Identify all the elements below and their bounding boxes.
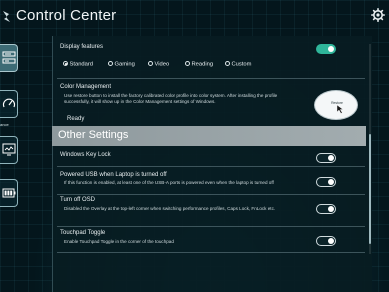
powered-usb-toggle[interactable] (316, 177, 336, 187)
divider (57, 226, 365, 227)
sidebar-item-performance[interactable] (0, 90, 18, 118)
display-features-label: Display features (60, 44, 104, 50)
radio-gaming[interactable]: Gaming (108, 61, 135, 67)
color-management-description: Use restore button to install the factor… (64, 93, 278, 105)
sidebar-item-dashboard[interactable] (0, 44, 18, 72)
sidebar-item-display[interactable] (0, 136, 18, 164)
sidebar: ance (0, 36, 20, 292)
speedometer-icon (2, 98, 16, 108)
settings-panel (52, 36, 372, 292)
cursor-icon (337, 105, 344, 114)
touchpad-toggle-description: Enable Touchpad Toggle in the corner of … (64, 239, 174, 244)
radio-label: Gaming (114, 61, 135, 68)
radio-video[interactable]: Video (148, 61, 169, 67)
gear-icon[interactable] (371, 8, 385, 22)
turn-off-osd-description: Disabled the Overlay at the top-left cor… (64, 206, 276, 211)
windows-key-lock-toggle[interactable] (316, 153, 336, 163)
radio-label: Video (154, 61, 170, 68)
section-header-other-settings: Other Settings (52, 126, 366, 146)
app-logo-icon (3, 11, 10, 22)
turn-off-osd-label: Turn off OSD (60, 197, 96, 203)
divider (57, 166, 365, 167)
radio-reading[interactable]: Reading (185, 61, 213, 67)
radio-label: Reading (191, 61, 214, 68)
radio-label: Custom (231, 61, 252, 68)
battery-icon (2, 188, 16, 198)
restore-button[interactable]: Restore (314, 90, 358, 120)
turn-off-osd-toggle[interactable] (316, 204, 336, 214)
section-title: Other Settings (58, 129, 129, 141)
powered-usb-description: If this function is enabled, at least on… (64, 180, 274, 185)
app-title: Control Center (16, 7, 117, 24)
powered-usb-label: Powered USB when Laptop is turned off (60, 172, 167, 178)
radio-label: Standard (69, 61, 94, 68)
windows-key-lock-label: Windows Key Lock (60, 152, 111, 158)
title-bar: Control Center (0, 0, 389, 36)
divider (57, 78, 365, 79)
color-management-label: Color Management (60, 84, 112, 90)
touchpad-toggle-switch[interactable] (316, 236, 336, 246)
scrollbar[interactable] (369, 44, 371, 254)
scrollbar-thumb[interactable] (369, 134, 371, 244)
radio-custom[interactable]: Custom (225, 61, 251, 67)
divider (57, 194, 365, 195)
divider (57, 252, 365, 253)
touchpad-toggle-label: Touchpad Toggle (60, 230, 106, 236)
display-features-toggle[interactable] (316, 44, 336, 54)
monitor-icon (2, 143, 16, 156)
dashboard-icon (2, 51, 16, 64)
radio-standard[interactable]: Standard (63, 61, 93, 67)
color-management-status: Ready (67, 116, 85, 122)
sidebar-item-battery[interactable] (0, 179, 18, 207)
sidebar-item-label: ance (0, 122, 9, 127)
